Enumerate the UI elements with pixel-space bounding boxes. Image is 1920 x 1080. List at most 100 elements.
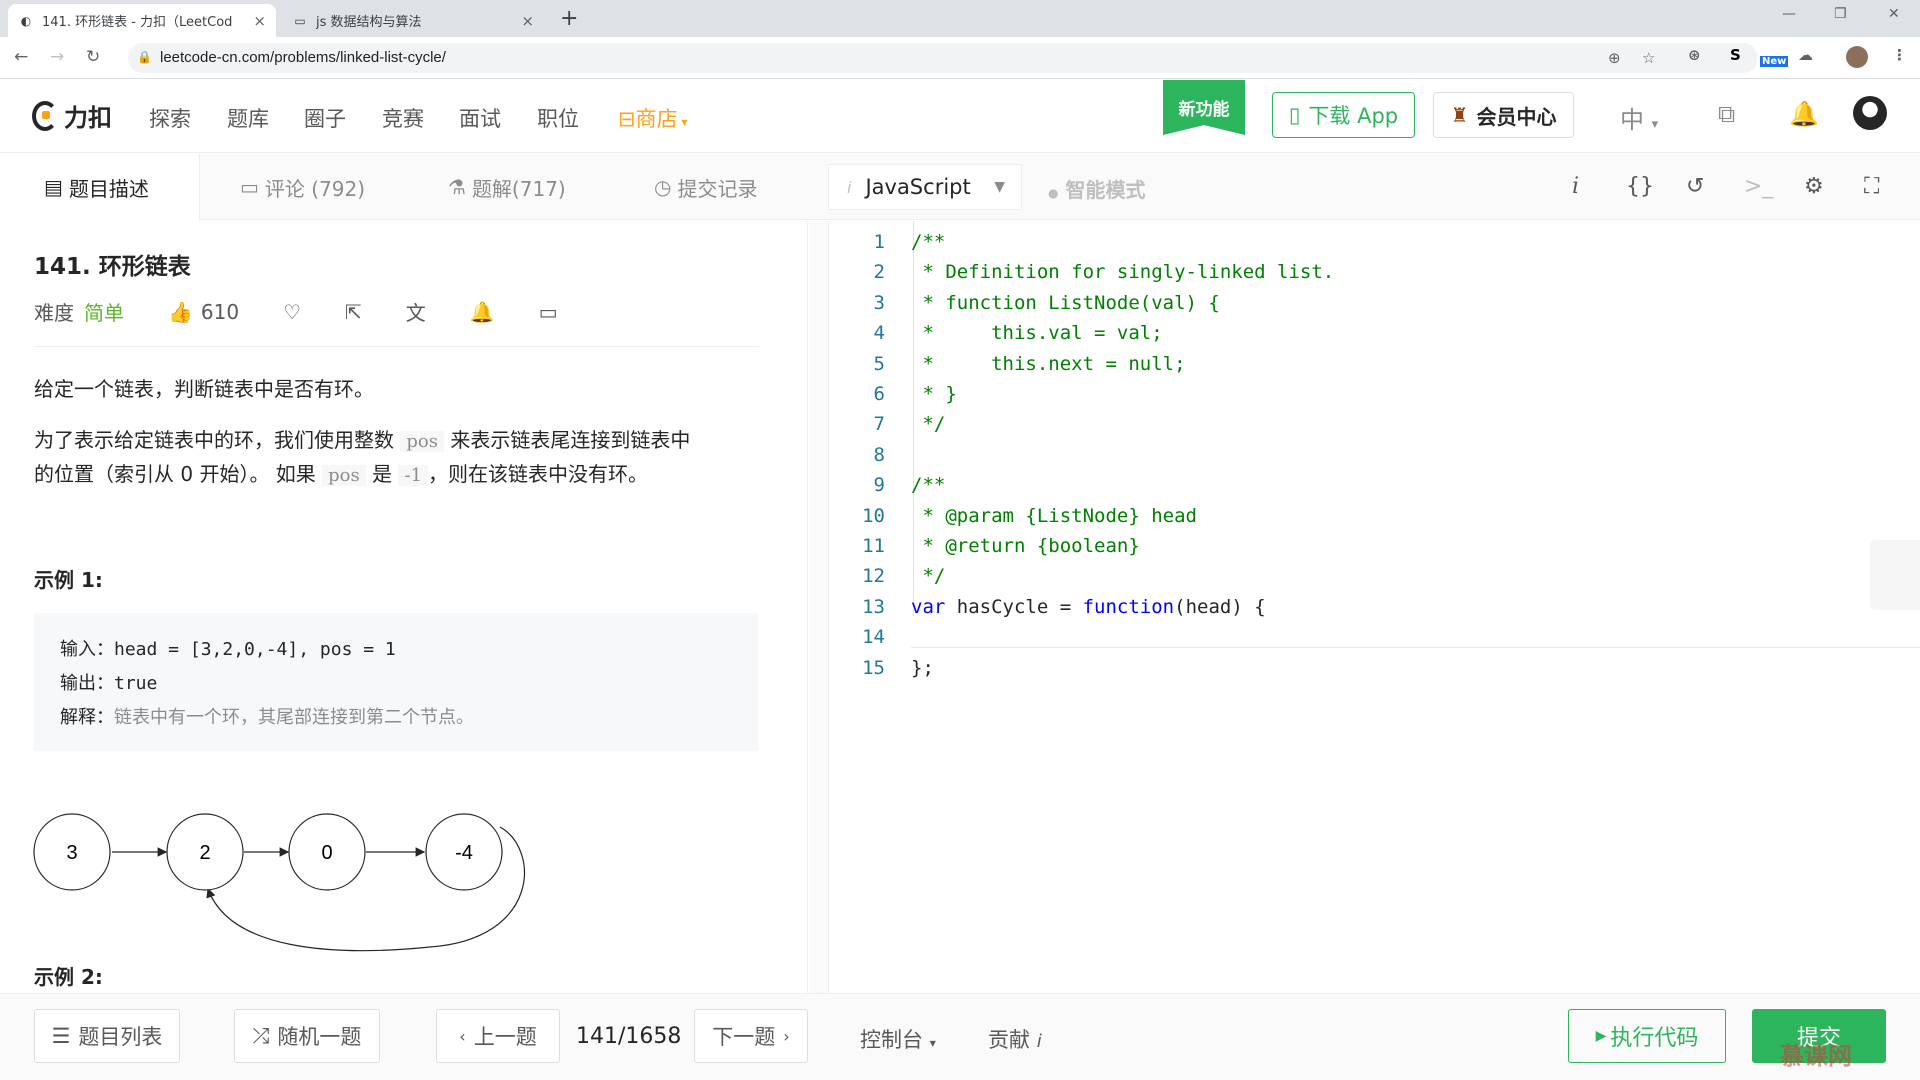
random-problem-button[interactable]: ⤮ 随机一题 — [234, 1009, 380, 1063]
line-number: 4 — [873, 322, 885, 345]
browser-menu-icon[interactable]: ⋮ — [1892, 46, 1907, 64]
info-icon[interactable]: i — [1572, 174, 1579, 199]
desc-text: 来表示链表尾连接到链表中 — [450, 428, 691, 452]
tab-description[interactable]: ▤ 题目描述 — [0, 154, 200, 220]
language-value: JavaScript — [865, 175, 971, 199]
browser-tab-leetcode[interactable]: ◐ 141. 环形链表 - 力扣（LeetCod × — [8, 4, 276, 37]
code-line: * @param {ListNode} head — [911, 504, 1197, 527]
description-icon: ▤ — [44, 175, 63, 199]
share-icon[interactable]: ⇱ — [345, 300, 362, 324]
description-paragraph-2: 为了表示给定链表中的环，我们使用整数 pos 来表示链表尾连接到链表中 的位置（索… — [34, 424, 764, 492]
nav-interview[interactable]: 面试 — [459, 103, 501, 133]
close-tab-icon[interactable]: × — [253, 12, 266, 30]
problem-list-button[interactable]: ☰ 题目列表 — [34, 1009, 180, 1063]
tab-comments[interactable]: ▭ 评论 (792) — [240, 154, 365, 220]
reload-icon[interactable]: ↻ — [86, 47, 100, 67]
language-select[interactable]: i JavaScript ▼ — [828, 164, 1022, 210]
list-node-value: 2 — [199, 842, 210, 864]
current-line-highlight — [911, 647, 1920, 648]
playground-icon[interactable]: ⧉ — [1718, 100, 1735, 128]
line-number: 9 — [873, 474, 885, 497]
terminal-icon[interactable]: >_ — [1744, 174, 1773, 199]
button-label: 上一题 — [473, 1025, 537, 1049]
settings-gear-icon[interactable]: ⚙ — [1804, 174, 1824, 199]
extension-icon[interactable]: ⊛ — [1688, 46, 1701, 64]
braces-icon[interactable]: {} — [1626, 174, 1654, 199]
example-label: 输入： — [60, 639, 114, 660]
line-number: 12 — [862, 565, 885, 588]
panel-resize-handle[interactable] — [809, 221, 827, 993]
tab-label: 提交记录 — [677, 176, 758, 201]
button-label: 题目列表 — [78, 1025, 163, 1049]
console-label: 控制台 — [860, 1028, 923, 1052]
line-number: 15 — [862, 656, 885, 679]
language-switch[interactable]: 中 ▾ — [1620, 100, 1658, 135]
inline-code: -1 — [398, 465, 429, 486]
nav-explore[interactable]: 探索 — [149, 103, 191, 133]
new-feature-ribbon[interactable]: 新功能 — [1163, 80, 1245, 135]
extension-s-icon[interactable]: S — [1730, 46, 1741, 64]
example-label: 解释： — [60, 707, 114, 728]
close-window-icon[interactable]: ✕ — [1888, 6, 1900, 22]
lock-icon: 🔒 — [137, 50, 152, 64]
logo[interactable]: 力扣 — [32, 98, 112, 133]
address-bar-row: ← → ↻ 🔒 leetcode-cn.com/problems/linked-… — [0, 37, 1920, 79]
code-line: * @return {boolean} — [911, 535, 1140, 557]
feedback-icon[interactable]: ▭ — [539, 300, 558, 324]
forward-icon[interactable]: → — [50, 47, 64, 67]
user-avatar[interactable] — [1853, 96, 1887, 130]
code-line: */ — [911, 413, 946, 436]
tab-solutions[interactable]: ⚗ 题解(717) — [448, 154, 566, 220]
zoom-icon[interactable]: ⊕ — [1608, 49, 1621, 67]
bookmark-star-icon[interactable]: ☆ — [1642, 49, 1655, 67]
clock-icon: ◷ — [654, 175, 672, 199]
cloud-icon[interactable]: ☁ — [1798, 46, 1813, 64]
nav-jobs[interactable]: 职位 — [537, 103, 579, 133]
console-toggle[interactable]: 控制台 ▾ — [860, 1024, 936, 1054]
tab-title: 141. 环形链表 - 力扣（LeetCod — [42, 15, 233, 30]
browser-tab-js[interactable]: ▭ js 数据结构与算法 × — [282, 4, 544, 37]
vip-center-button[interactable]: ♜ 会员中心 — [1433, 92, 1574, 138]
play-icon: ▶ — [1595, 1028, 1607, 1044]
download-app-button[interactable]: ▯ 下载 App — [1272, 92, 1415, 138]
nav-contest[interactable]: 竞赛 — [382, 103, 424, 133]
profile-avatar[interactable] — [1846, 46, 1868, 68]
bottom-bar: ☰ 题目列表 ⤮ 随机一题 ‹ 上一题 141/1658 下一题 › 控制台 ▾ 贡献 … — [0, 993, 1920, 1080]
back-icon[interactable]: ← — [14, 47, 28, 67]
list-icon: ☰ — [51, 1024, 71, 1048]
bell-icon[interactable]: 🔔 — [470, 300, 495, 324]
nav-circle[interactable]: 圈子 — [304, 103, 346, 133]
watermark: 慕课网 — [1780, 1042, 1852, 1070]
translate-icon[interactable]: 文 — [406, 297, 426, 326]
desc-text: ，则在该链表中没有环。 — [428, 462, 649, 486]
smart-mode-toggle[interactable]: ● 智能模式 — [1048, 174, 1145, 203]
tab-submissions[interactable]: ◷ 提交记录 — [654, 154, 757, 220]
restore-icon[interactable]: ❐ — [1834, 6, 1847, 22]
notification-bell-icon[interactable]: 🔔 — [1789, 100, 1819, 128]
nav-shop[interactable]: ⊟商店 ▾ — [618, 103, 687, 133]
minimize-icon[interactable]: — — [1782, 6, 1796, 22]
url-text: leetcode-cn.com/problems/linked-list-cyc… — [160, 49, 446, 66]
extension-new-badge[interactable]: New — [1760, 56, 1789, 67]
nav-problemset[interactable]: 题库 — [227, 103, 269, 133]
close-tab-icon[interactable]: × — [521, 12, 534, 30]
new-tab-button[interactable]: + — [560, 6, 578, 31]
fullscreen-icon[interactable]: ⛶ — [1864, 174, 1879, 199]
line-number: 14 — [862, 626, 885, 649]
reset-icon[interactable]: ↺ — [1686, 174, 1704, 199]
line-number: 13 — [862, 595, 885, 618]
run-code-button[interactable]: ▶ 执行代码 — [1568, 1009, 1726, 1063]
contribute-link[interactable]: 贡献 i — [988, 1024, 1042, 1054]
url-field[interactable]: 🔒 leetcode-cn.com/problems/linked-list-c… — [128, 43, 1758, 73]
line-number: 11 — [862, 535, 885, 557]
button-label: 下一题 — [712, 1025, 776, 1049]
inline-code: pos — [400, 431, 444, 452]
floating-side-tab[interactable] — [1870, 540, 1920, 610]
example-explain-line: 解释：链表中有一个环，其尾部连接到第二个节点。 — [60, 701, 732, 735]
code-editor[interactable]: 1 /** 2 * Definition for singly-linked lis… — [828, 221, 1920, 993]
heart-icon[interactable]: ♡ — [283, 300, 301, 324]
next-problem-button[interactable]: 下一题 › — [694, 1009, 808, 1063]
smart-mode-label: 智能模式 — [1065, 178, 1146, 202]
prev-problem-button[interactable]: ‹ 上一题 — [436, 1009, 560, 1063]
thumbs-up-icon[interactable]: 👍 — [168, 300, 193, 324]
